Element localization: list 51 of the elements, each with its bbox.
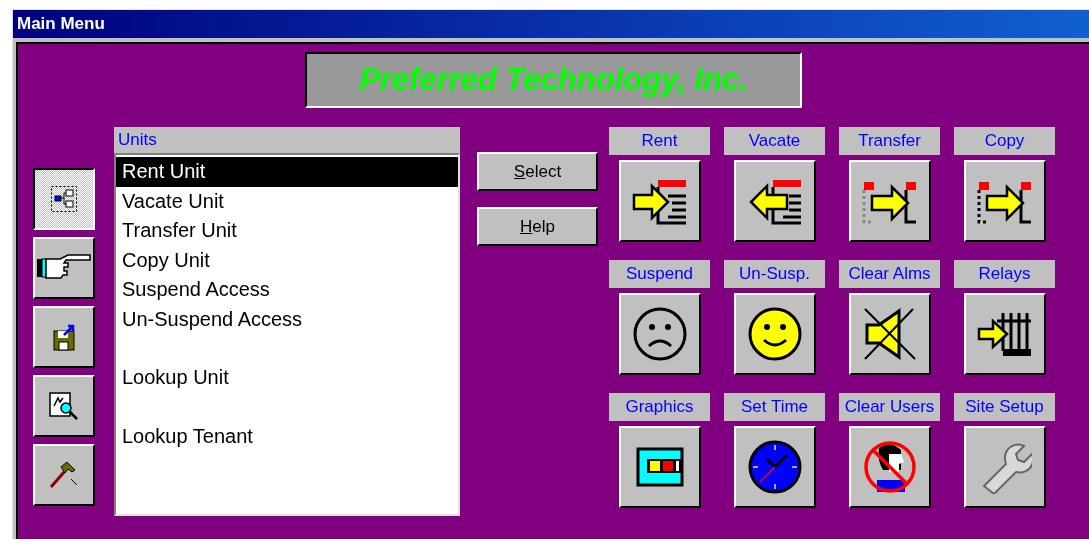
list-item[interactable]: Un-Suspend Access — [116, 304, 458, 334]
action-button[interactable] — [619, 426, 701, 508]
action-label: Copy — [954, 127, 1055, 155]
action-button[interactable] — [619, 160, 701, 242]
action-button[interactable] — [964, 160, 1046, 242]
smiley-face-icon — [748, 307, 802, 361]
action-label: Un-Susp. — [724, 260, 825, 288]
list-item[interactable]: Vacate Unit — [116, 186, 458, 216]
list-item[interactable]: Rent Unit — [116, 157, 458, 187]
action-button[interactable] — [734, 160, 816, 242]
clock-icon — [748, 440, 802, 494]
window-title: Main Menu — [13, 10, 1089, 38]
arrow-into-fence-icon — [977, 311, 1033, 357]
toolbar-button[interactable] — [33, 168, 95, 230]
floppy-disk-icon — [52, 323, 76, 351]
list-item[interactable]: Lookup Tenant — [116, 392, 458, 451]
action-label: Relays — [954, 260, 1055, 288]
panel-icon — [635, 445, 685, 489]
list-item[interactable]: Copy Unit — [116, 245, 458, 275]
push-button[interactable]: Help — [477, 207, 598, 246]
sad-face-icon — [633, 307, 687, 361]
action-label: Clear Users — [839, 393, 940, 421]
hammer-icon — [49, 461, 79, 489]
action-button[interactable] — [849, 293, 931, 375]
action-button[interactable] — [849, 160, 931, 242]
action-button[interactable] — [849, 426, 931, 508]
company-banner: Preferred Technology, Inc. — [305, 52, 802, 108]
list-header: Units — [114, 127, 460, 153]
action-label: Graphics — [609, 393, 710, 421]
push-button[interactable]: Select — [477, 152, 598, 191]
action-button[interactable] — [619, 293, 701, 375]
units-listbox[interactable]: Rent Unit Vacate Unit Transfer Unit Copy Unit Suspend Access Un-Suspend Access Lookup Unit Lookup Tenant — [114, 153, 460, 516]
action-label: Suspend — [609, 260, 710, 288]
action-label: Set Time — [724, 393, 825, 421]
action-button[interactable] — [964, 293, 1046, 375]
action-label: Transfer — [839, 127, 940, 155]
action-button[interactable] — [964, 426, 1046, 508]
tree-diagram-icon — [51, 186, 77, 212]
action-label: Site Setup — [954, 393, 1055, 421]
list-item[interactable]: Transfer Unit — [116, 216, 458, 246]
crossed-speaker-icon — [863, 307, 917, 361]
no-person-icon — [863, 440, 917, 494]
list-item[interactable]: Suspend Access — [116, 275, 458, 305]
magnifier-document-icon — [49, 392, 79, 420]
action-label: Rent — [609, 127, 710, 155]
list-item[interactable]: Lookup Unit — [116, 334, 458, 393]
action-label: Vacate — [724, 127, 825, 155]
action-button[interactable] — [734, 293, 816, 375]
action-button[interactable] — [734, 426, 816, 508]
pointing-hand-icon — [36, 254, 92, 282]
action-label: Clear Alms — [839, 260, 940, 288]
